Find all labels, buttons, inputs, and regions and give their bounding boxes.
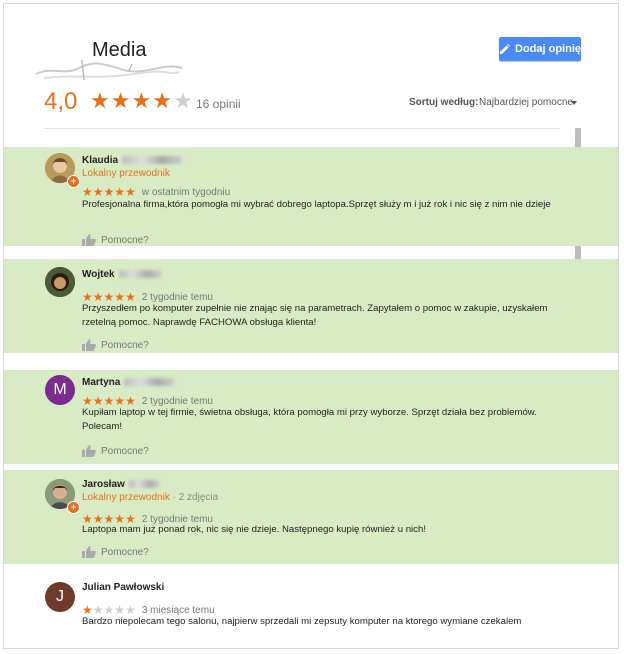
review-date: 2 tygodnie temu [141, 291, 213, 303]
review-date: 3 miesiące temu [141, 604, 215, 616]
chevron-down-icon[interactable] [571, 101, 577, 105]
helpful-button[interactable]: Pomocne? [82, 234, 149, 246]
avatar-letter: M [53, 381, 67, 398]
helpful-label: Pomocne? [101, 234, 149, 246]
star-filled-icon: ★ [92, 185, 104, 199]
review-text: Laptopa mam już ponad rok, nic się nie d… [82, 524, 426, 535]
local-guide-badge-icon: + [67, 501, 80, 514]
helpful-label: Pomocne? [101, 546, 149, 558]
avatar-letter: J [56, 588, 64, 605]
helpful-button[interactable]: Pomocne? [82, 546, 149, 558]
reviewer-name[interactable]: Julian Pawłowski [82, 582, 164, 593]
review-text: Profesjonalna firma,która pomogła mi wyb… [82, 199, 551, 210]
review-text: Przyszedłem po komputer zupełnie nie zna… [82, 303, 548, 328]
review-item: + Klaudia Lokalny przewodnik ★★★★★ w ost… [4, 147, 618, 246]
helpful-label: Pomocne? [101, 339, 149, 351]
star-filled-icon: ★ [110, 88, 131, 113]
sort-dropdown[interactable]: Najbardziej pomocne [479, 97, 573, 108]
review-count[interactable]: 16 opinii [196, 97, 241, 111]
thumbs-up-icon [82, 445, 96, 457]
review-date: 2 tygodnie temu [141, 395, 213, 407]
reviewer-name[interactable]: Martyna [82, 377, 175, 388]
star-filled-icon: ★ [82, 185, 93, 199]
pencil-icon [500, 44, 510, 54]
star-filled-icon: ★ [90, 88, 110, 113]
review-item: J Julian Pawłowski ★★★★★ 3 miesiące temu… [4, 571, 618, 648]
user-photo [45, 267, 75, 297]
reviews-panel: Media Dodaj opinię 4,0 ★ ★ ★ ★ ★ 16 opinii S… [3, 3, 619, 649]
avatar[interactable] [45, 267, 75, 297]
star-filled-icon: ★ [125, 185, 136, 199]
star-filled-icon: ★ [131, 88, 152, 113]
local-guide-badge-icon: + [67, 175, 80, 188]
review-item: + Jarosław Lokalny przewodnik · 2 zdjęci… [4, 470, 618, 564]
review-item: Wojtek ★★★★★ 2 tygodnie temu Przyszedłem… [4, 259, 618, 353]
review-item: M Martyna ★★★★★ 2 tygodnie temu Kupiłam … [4, 370, 618, 464]
sort-label: Sortuj według: [409, 97, 479, 108]
add-review-button[interactable]: Dodaj opinię [499, 37, 581, 61]
star-filled-icon: ★ [103, 185, 115, 199]
review-date: w ostatnim tygodniu [141, 186, 231, 198]
thumbs-up-icon [82, 234, 96, 246]
average-rating: 4,0 [44, 88, 78, 115]
reviewer-name[interactable]: Wojtek [82, 269, 161, 280]
business-name: Media [92, 39, 147, 61]
panel-header: Media Dodaj opinię 4,0 ★ ★ ★ ★ ★ 16 opinii S… [4, 4, 618, 134]
reviewer-name[interactable]: Jarosław [82, 479, 159, 490]
photo-count[interactable]: · 2 zdjęcia [170, 492, 219, 503]
reviewer-name[interactable]: Klaudia [82, 155, 183, 166]
local-guide-label: Lokalny przewodnik · 2 zdjęcia [82, 492, 219, 503]
header-divider [44, 128, 560, 129]
thumbs-up-icon [82, 339, 96, 351]
helpful-button[interactable]: Pomocne? [82, 339, 149, 351]
review-text: Bardzo niepolecam tego salonu, najpierw … [82, 616, 522, 627]
thumbs-up-icon [82, 546, 96, 558]
local-guide-label: Lokalny przewodnik [82, 168, 170, 179]
helpful-button[interactable]: Pomocne? [82, 445, 149, 457]
review-text: Kupiłam laptop w tej firmie, świetna obs… [82, 407, 537, 432]
add-review-label: Dodaj opinię [515, 43, 581, 55]
avatar[interactable]: J [45, 582, 75, 612]
helpful-label: Pomocne? [101, 445, 149, 457]
avatar[interactable]: M [45, 375, 75, 405]
star-empty-icon: ★ [172, 88, 193, 113]
star-filled-icon: ★ [114, 185, 126, 199]
star-filled-icon: ★ [152, 88, 172, 113]
average-rating-stars: ★ ★ ★ ★ ★ [90, 90, 193, 112]
